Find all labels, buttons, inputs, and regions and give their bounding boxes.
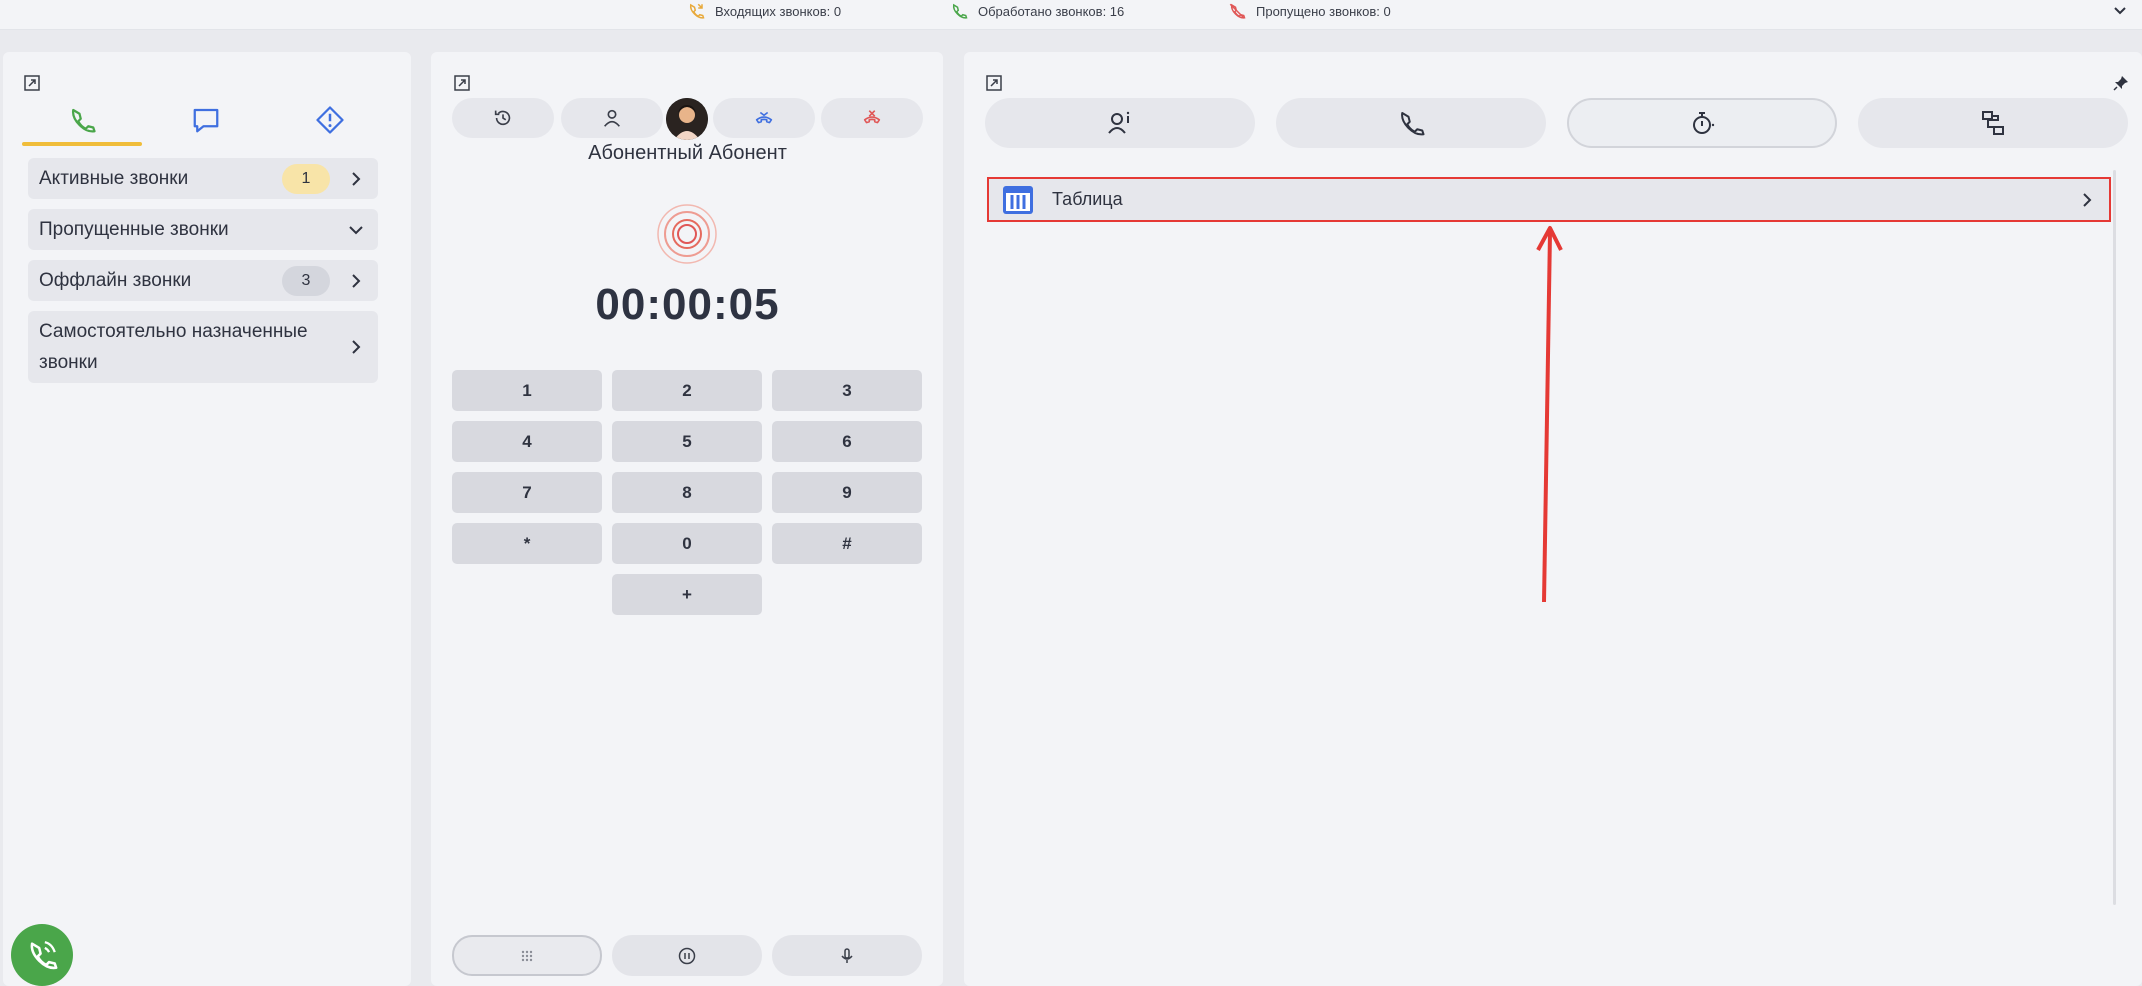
dialpad-key-6[interactable]: 6 [772, 421, 922, 462]
incoming-calls-label: Входящих звонков: 0 [715, 3, 842, 19]
phone-call-icon [30, 941, 58, 970]
dialpad-key-0[interactable]: 0 [612, 523, 762, 564]
phone-icon [71, 108, 96, 133]
incoming-call-icon [689, 3, 705, 19]
hangup-icon [863, 110, 881, 124]
expand-icon[interactable] [985, 74, 1003, 92]
dialpad-key-1[interactable]: 1 [452, 370, 602, 411]
table-label: Таблица [1052, 189, 1123, 209]
dialpad-key-5[interactable]: 5 [612, 421, 762, 462]
tab-alerts[interactable] [270, 92, 390, 148]
incoming-calls-stat: Входящих звонков: 0 [687, 0, 841, 22]
routing-icon [1982, 111, 2004, 135]
transfer-call-button[interactable] [713, 98, 815, 138]
chevron-right-icon [2083, 192, 2092, 207]
tab-calls[interactable] [22, 92, 142, 148]
subscriber-name: Абонентный Абонент [588, 142, 787, 164]
scrollbar[interactable] [2113, 170, 2116, 905]
softphone-fab-button[interactable] [11, 924, 73, 986]
hangup-button[interactable] [821, 98, 923, 138]
collapse-topbar-button[interactable] [2108, 0, 2132, 22]
offline-calls-item[interactable]: Оффлайн звонки 3 [28, 260, 378, 301]
caller-info-icon [1108, 111, 1130, 134]
avatar-icon [666, 98, 708, 140]
missed-call-icon [1229, 3, 1246, 19]
pause-icon [678, 947, 696, 964]
history-icon [494, 110, 511, 126]
chat-icon [193, 108, 219, 133]
tab-call[interactable] [1276, 98, 1546, 148]
mute-button[interactable] [772, 935, 922, 976]
phone-icon [1401, 112, 1425, 136]
chevron-right-icon [352, 340, 361, 354]
dialpad-key-4[interactable]: 4 [452, 421, 602, 462]
call-timer: 00:00:05 [595, 280, 780, 329]
offline-calls-count-badge: 3 [282, 265, 330, 296]
tab-chats[interactable] [146, 92, 266, 148]
dialpad-key-plus[interactable]: + [612, 574, 762, 615]
chevron-down-icon [349, 225, 363, 234]
dialpad-icon [521, 950, 533, 961]
active-calls-item[interactable]: Активные звонки 1 [28, 158, 378, 199]
call-status-ring-icon [657, 204, 717, 264]
user-icon [604, 109, 620, 127]
dialpad-key-8[interactable]: 8 [612, 472, 762, 513]
subscriber-avatar [666, 98, 708, 140]
call-history-button[interactable] [452, 98, 554, 138]
dialpad-key-7[interactable]: 7 [452, 472, 602, 513]
tab-routing[interactable] [1858, 98, 2128, 148]
missed-calls-stat: Пропущено звонков: 0 [1228, 0, 1391, 22]
dialpad-key-2[interactable]: 2 [612, 370, 762, 411]
dialpad-key-star[interactable]: * [452, 523, 602, 564]
self-assigned-calls-item[interactable]: Самостоятельно назначенные звонки [28, 311, 378, 383]
chevron-right-icon [352, 171, 361, 186]
pin-icon[interactable] [2112, 74, 2130, 92]
table-item[interactable]: Таблица [987, 177, 2111, 222]
dialpad-key-9[interactable]: 9 [772, 472, 922, 513]
hold-button[interactable] [612, 935, 762, 976]
top-status-bar: Входящих звонков: 0 Обработано звонков: … [0, 0, 2142, 30]
missed-calls-item-label: Пропущенные звонки [39, 219, 229, 240]
offline-calls-label: Оффлайн звонки [39, 270, 192, 291]
expand-icon[interactable] [453, 74, 471, 92]
processed-calls-stat: Обработано звонков: 16 [950, 0, 1124, 22]
active-calls-count-badge: 1 [282, 163, 330, 194]
missed-calls-item[interactable]: Пропущенные звонки [28, 209, 378, 250]
tab-caller-info[interactable] [985, 98, 1255, 148]
timer-icon [1693, 112, 1715, 134]
missed-calls-label: Пропущено звонков: 0 [1256, 3, 1391, 19]
annotation-arrow [1536, 226, 1563, 603]
dialpad-toggle-button[interactable] [452, 935, 602, 976]
active-tab-indicator [22, 142, 142, 146]
transfer-call-icon [755, 111, 773, 124]
alert-icon [316, 106, 344, 134]
table-icon [1003, 185, 1033, 214]
tab-timer[interactable] [1567, 98, 1837, 148]
contact-button[interactable] [561, 98, 663, 138]
dialpad-key-3[interactable]: 3 [772, 370, 922, 411]
active-calls-label: Активные звонки [39, 168, 189, 189]
processed-call-icon [952, 3, 968, 19]
chevron-right-icon [352, 273, 361, 288]
call-panel [431, 52, 943, 986]
chevron-down-icon [2114, 7, 2126, 15]
microphone-icon [841, 947, 853, 963]
processed-calls-label: Обработано звонков: 16 [978, 3, 1125, 19]
expand-icon[interactable] [23, 74, 41, 92]
dialpad-key-hash[interactable]: # [772, 523, 922, 564]
self-assigned-calls-label: Самостоятельно назначенные звонки [39, 321, 308, 373]
